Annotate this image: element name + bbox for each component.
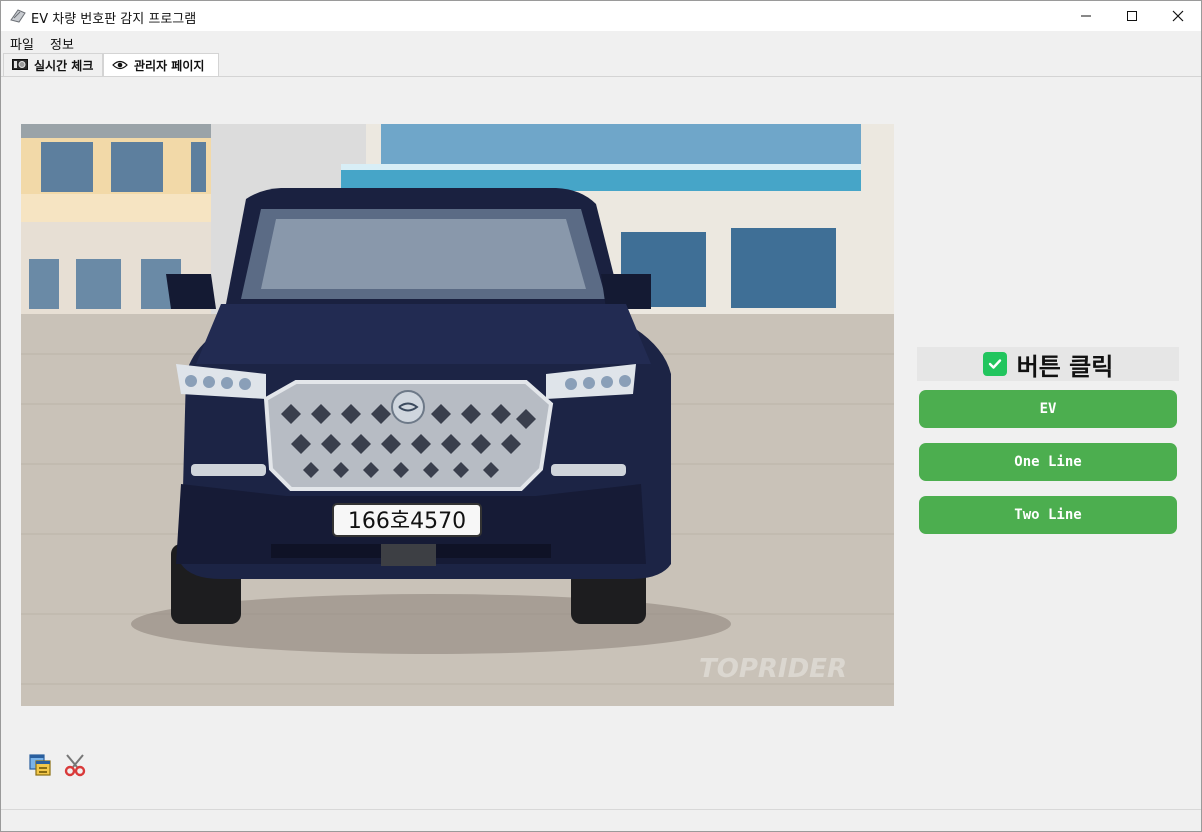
check-label: 버튼 클릭 [1016,352,1114,381]
one-line-button[interactable]: One Line [919,443,1177,481]
vehicle-image: 166호4570 TOPRIDER [21,124,894,706]
copy-window-icon[interactable] [28,753,52,777]
minimize-icon [1080,7,1092,26]
check-status[interactable]: 버튼 클릭 [917,347,1179,381]
image-watermark: TOPRIDER [699,654,847,684]
menu-info[interactable]: 정보 [50,34,74,53]
ev-button[interactable]: EV [919,390,1177,428]
minimize-button[interactable] [1063,1,1109,31]
license-plate-text: 166호4570 [348,509,466,534]
app-icon [9,7,27,25]
tab-admin-page[interactable]: 관리자 페이지 [103,53,219,77]
window-title: EV 차량 번호판 감지 프로그램 [31,12,197,27]
admin-panel: 166호4570 TOPRIDER 버튼 클릭 EV One Line Two … [1,76,1201,810]
tab-bar: 실시간 체크 관리자 페이지 [1,53,1201,77]
tab-label: 관리자 페이지 [134,59,205,73]
camera-icon [12,58,28,73]
close-button[interactable] [1155,1,1201,31]
eye-icon [112,59,128,73]
maximize-icon [1126,7,1138,26]
two-line-button[interactable]: Two Line [919,496,1177,534]
menu-bar: 파일 정보 [1,31,1201,53]
maximize-button[interactable] [1109,1,1155,31]
tab-label: 실시간 체크 [34,58,94,73]
check-icon [982,352,1007,376]
tab-realtime-check[interactable]: 실시간 체크 [3,53,103,76]
close-icon [1172,7,1184,26]
app-window: EV 차량 번호판 감지 프로그램 파일 정보 실시간 체크 관리자 페이지 1… [0,0,1202,832]
title-bar: EV 차량 번호판 감지 프로그램 [1,1,1201,31]
status-bar [1,809,1201,831]
scissors-icon[interactable] [63,753,87,777]
menu-file[interactable]: 파일 [10,34,34,53]
